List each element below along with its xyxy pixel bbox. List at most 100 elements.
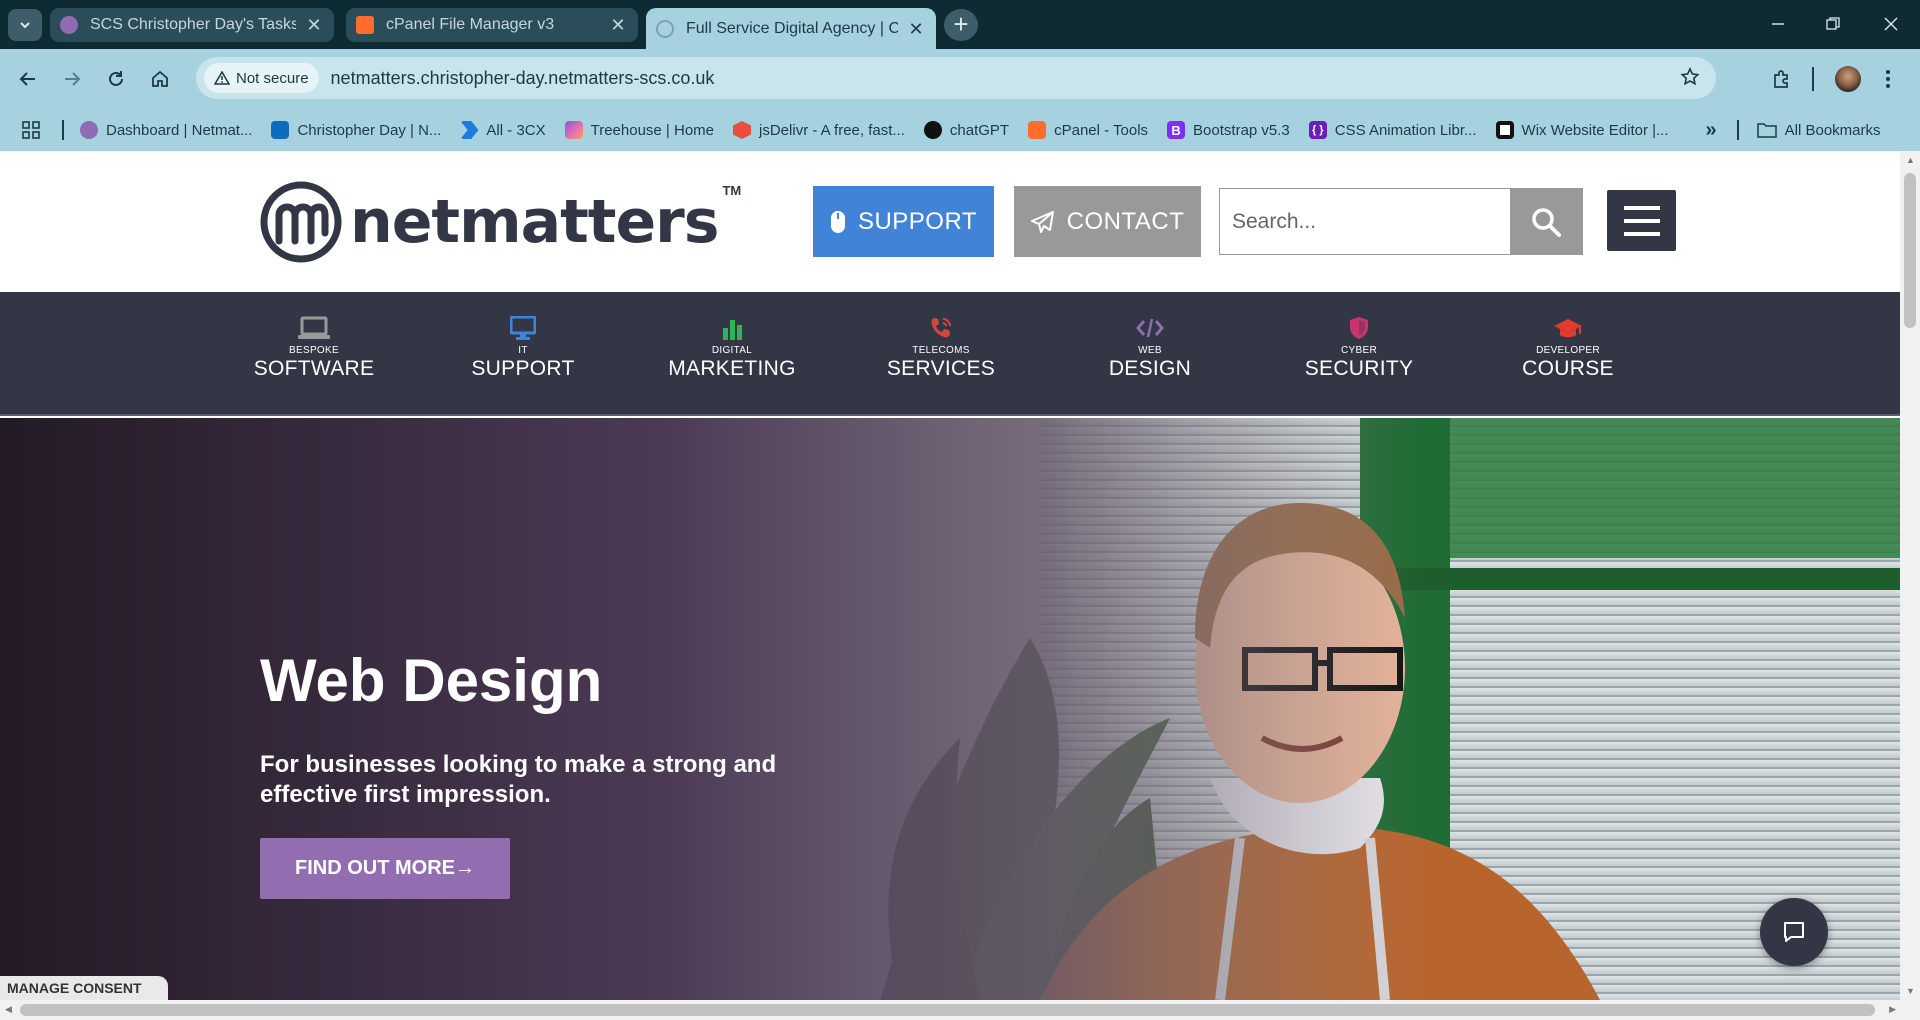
security-label: Not secure: [236, 69, 309, 87]
support-label: SUPPORT: [857, 207, 978, 235]
bookmark-item[interactable]: Dashboard | Netmat...: [80, 121, 252, 139]
extensions-button[interactable]: [1766, 63, 1798, 95]
bookmark-label: Dashboard | Netmat...: [106, 121, 253, 139]
close-tab-icon[interactable]: ✕: [906, 19, 926, 39]
browser-tab-active[interactable]: Full Service Digital Agency | Car ✕: [646, 8, 936, 49]
support-button[interactable]: SUPPORT: [813, 186, 994, 257]
bookmark-item[interactable]: B Bootstrap v5.3: [1167, 121, 1290, 139]
search-input[interactable]: [1220, 189, 1510, 254]
tab-title: cPanel File Manager v3: [386, 16, 555, 33]
bookmark-item[interactable]: Treehouse | Home: [564, 121, 714, 139]
service-cyber-security[interactable]: CYBER SECURITY: [1269, 316, 1449, 381]
laptop-icon: [224, 316, 404, 340]
3cx-icon: [460, 121, 479, 139]
loading-favicon-icon: [656, 19, 674, 38]
apps-grid-icon[interactable]: [22, 121, 40, 139]
web-page: netmatters TM SUPPORT CONTACT BESPOKE SO…: [0, 151, 1900, 1000]
arrow-right-icon: [65, 72, 81, 86]
cta-label: FIND OUT MORE: [295, 857, 455, 879]
plus-icon: +: [953, 9, 969, 39]
bookmark-item[interactable]: Wix Website Editor |...: [1495, 121, 1669, 139]
manage-consent-button[interactable]: MANAGE CONSENT: [0, 976, 168, 1000]
vertical-scrollbar[interactable]: ▲ ▼: [1900, 151, 1920, 1000]
new-tab-button[interactable]: +: [944, 9, 978, 41]
close-tab-icon[interactable]: ✕: [304, 15, 324, 35]
search-button[interactable]: [1510, 189, 1582, 254]
wix-icon: [1495, 121, 1514, 139]
url-text[interactable]: netmatters.christopher-day.netmatters-sc…: [331, 68, 715, 89]
site-header: netmatters TM SUPPORT CONTACT: [0, 151, 1900, 292]
reload-icon: [109, 71, 123, 86]
contact-button[interactable]: CONTACT: [1014, 186, 1201, 257]
bookmark-item[interactable]: Christopher Day | N...: [271, 121, 441, 139]
service-web-design[interactable]: WEB DESIGN: [1060, 316, 1240, 381]
bookmark-item[interactable]: { } CSS Animation Libr...: [1308, 121, 1477, 139]
bookmark-label: jsDelivr - A free, fast...: [759, 121, 905, 139]
service-kicker: DIGITAL: [711, 345, 753, 356]
chat-widget-button[interactable]: [1760, 898, 1828, 966]
minimize-icon: [1772, 23, 1784, 25]
scroll-left-arrow-icon[interactable]: ◀: [5, 1004, 12, 1015]
browser-menu-button[interactable]: [1872, 63, 1904, 95]
browser-toolbar: Not secure netmatters.christopher-day.ne…: [0, 49, 1920, 109]
more-bookmarks-icon[interactable]: »: [1706, 119, 1717, 142]
bookmarks-divider: [62, 120, 64, 140]
scroll-up-arrow-icon[interactable]: ▲: [1906, 155, 1915, 165]
netmatters-favicon-icon: [60, 16, 78, 34]
bookmark-item[interactable]: All - 3CX: [460, 121, 546, 139]
scroll-down-arrow-icon[interactable]: ▼: [1906, 986, 1915, 996]
chevron-down-icon: [20, 22, 30, 29]
horizontal-scroll-thumb[interactable]: [20, 1004, 1875, 1016]
service-title: MARKETING: [668, 357, 796, 380]
service-kicker: BESPOKE: [289, 345, 339, 356]
address-bar[interactable]: Not secure netmatters.christopher-day.ne…: [196, 57, 1716, 99]
service-telecoms[interactable]: TELECOMS SERVICES: [851, 316, 1031, 381]
close-icon: [1884, 17, 1898, 31]
close-tab-icon[interactable]: ✕: [608, 15, 628, 35]
service-digital-marketing[interactable]: DIGITAL MARKETING: [642, 316, 822, 381]
minimize-button[interactable]: [1760, 8, 1796, 40]
braces-icon: { }: [1308, 121, 1327, 139]
security-chip[interactable]: Not secure: [204, 63, 319, 93]
all-bookmarks-button[interactable]: All Bookmarks: [1756, 122, 1881, 139]
scroll-right-arrow-icon[interactable]: ▶: [1889, 1004, 1896, 1015]
bookmark-item[interactable]: jsDelivr - A free, fast...: [733, 121, 905, 139]
home-button[interactable]: [144, 63, 176, 95]
restore-button[interactable]: [1815, 8, 1851, 40]
service-title: COURSE: [1522, 357, 1614, 380]
vertical-scroll-thumb[interactable]: [1904, 173, 1916, 328]
reload-button[interactable]: [100, 63, 132, 95]
service-it-support[interactable]: IT SUPPORT: [433, 316, 613, 381]
service-title: SOFTWARE: [253, 357, 375, 380]
chat-bubble-icon: [1784, 922, 1804, 942]
horizontal-scrollbar[interactable]: ◀ ▶: [0, 1000, 1920, 1020]
tab-search-button[interactable]: [8, 9, 42, 41]
trademark-mark: TM: [722, 183, 742, 198]
mouse-icon: [830, 210, 845, 233]
bookmark-item[interactable]: cPanel - Tools: [1028, 121, 1148, 139]
browser-tab-cpanel[interactable]: cPanel File Manager v3 ✕: [346, 8, 638, 42]
folder-icon: [1756, 123, 1777, 138]
profile-avatar[interactable]: [1832, 63, 1864, 95]
bookmark-item[interactable]: chatGPT: [923, 121, 1009, 139]
close-window-button[interactable]: [1873, 8, 1909, 40]
bookmark-star-icon[interactable]: [1680, 67, 1700, 87]
arrow-right-icon: →: [455, 857, 475, 879]
bookmark-label: CSS Animation Libr...: [1334, 121, 1477, 139]
back-button[interactable]: [12, 63, 44, 95]
bookmark-label: Christopher Day | N...: [297, 121, 442, 139]
service-title: DESIGN: [1108, 357, 1192, 380]
code-icon: [1060, 316, 1240, 340]
avatar: [1835, 66, 1861, 92]
browser-tab-tasks[interactable]: SCS Christopher Day's Tasks ✕: [50, 8, 334, 42]
service-software[interactable]: BESPOKE SOFTWARE: [224, 316, 404, 381]
service-developer-course[interactable]: DEVELOPER COURSE: [1478, 316, 1658, 381]
bookmark-label: cPanel - Tools: [1054, 121, 1149, 139]
hero-title: Web Design: [260, 647, 603, 714]
find-out-more-button[interactable]: FIND OUT MORE →: [260, 838, 510, 899]
forward-button[interactable]: [56, 63, 88, 95]
netmatters-m-logo-icon: [260, 181, 342, 263]
netmatters-logo[interactable]: netmatters TM: [260, 181, 741, 263]
hamburger-menu-button[interactable]: [1607, 190, 1676, 251]
tab-title: Full Service Digital Agency | Car: [686, 19, 898, 37]
